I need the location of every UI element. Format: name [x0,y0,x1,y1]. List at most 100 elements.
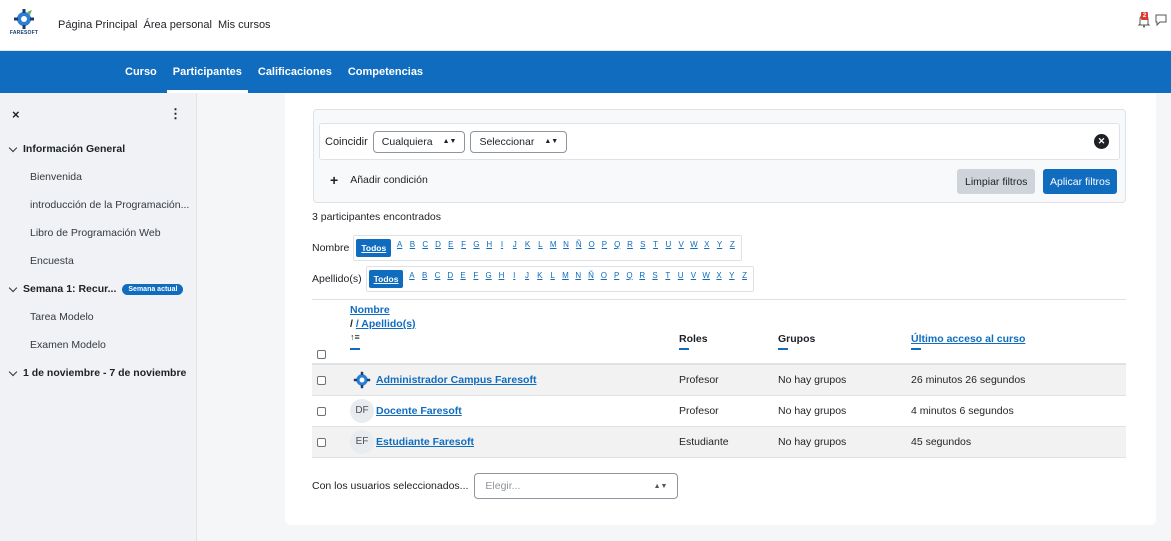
initial-letter[interactable]: D [444,270,457,288]
user-name-link[interactable]: Docente Faresoft [376,405,462,417]
initial-letter[interactable]: W [700,270,713,288]
initial-letter[interactable]: X [713,270,726,288]
initial-letter[interactable]: Z [738,270,751,288]
initial-letter[interactable]: L [534,239,547,257]
notifications-bell-icon[interactable]: 2 [1137,12,1151,28]
select-all-checkbox[interactable] [317,350,326,359]
initial-letter[interactable]: M [547,239,560,257]
initial-all-button[interactable]: Todos [368,270,404,288]
initial-letter[interactable]: V [675,239,688,257]
drawer-item-survey[interactable]: Encuesta [0,247,196,275]
nav-dashboard[interactable]: Área personal [144,19,213,31]
initial-letter[interactable]: Ñ [585,270,598,288]
initial-letter[interactable]: G [482,270,495,288]
chevron-down-icon[interactable] [8,367,18,376]
initial-letter[interactable]: C [431,270,444,288]
initial-letter[interactable]: R [636,270,649,288]
section-november-week[interactable]: 1 de noviembre - 7 de noviembre [0,359,196,387]
collapse-column-icon[interactable] [679,348,689,350]
initial-letter[interactable]: K [533,270,546,288]
filter-type-select[interactable]: Seleccionar ▲▼ [470,130,568,153]
initial-letter[interactable]: Y [725,270,738,288]
initial-letter[interactable]: I [496,239,509,257]
initial-letter[interactable]: E [444,239,457,257]
initial-letter[interactable]: M [559,270,572,288]
initial-letter[interactable]: H [483,239,496,257]
initial-letter[interactable]: A [405,270,418,288]
match-select[interactable]: Cualquiera ▲▼ [372,130,466,153]
row-checkbox[interactable] [317,375,326,385]
close-drawer-icon[interactable]: × [12,107,20,122]
initial-letter[interactable]: N [560,239,573,257]
initial-all-button[interactable]: Todos [356,239,392,257]
apply-filters-button[interactable]: Aplicar filtros [1043,169,1118,194]
initial-letter[interactable]: J [508,239,521,257]
initial-letter[interactable]: Z [726,239,739,257]
drawer-item-web-book[interactable]: Libro de Programación Web [0,219,196,247]
initial-letter[interactable]: H [495,270,508,288]
remove-condition-close-icon[interactable]: ✕ [1094,134,1109,149]
drawer-item-model-exam[interactable]: Examen Modelo [0,331,196,359]
initial-letter[interactable]: U [674,270,687,288]
initial-letter[interactable]: W [688,239,701,257]
collapse-column-icon[interactable] [911,348,921,350]
collapse-column-icon[interactable] [778,348,788,350]
initial-letter[interactable]: E [457,270,470,288]
initial-letter[interactable]: P [598,239,611,257]
initial-letter[interactable]: T [661,270,674,288]
initial-letter[interactable]: O [597,270,610,288]
initial-letter[interactable]: J [521,270,534,288]
nav-home[interactable]: Página Principal [58,19,138,31]
initial-letter[interactable]: B [418,270,431,288]
chevron-down-icon[interactable] [8,283,18,292]
initial-letter[interactable]: G [470,239,483,257]
nav-my-courses[interactable]: Mis cursos [218,19,271,31]
initial-letter[interactable]: N [572,270,585,288]
initial-letter[interactable]: V [687,270,700,288]
initial-letter[interactable]: U [662,239,675,257]
user-name-link[interactable]: Estudiante Faresoft [376,436,474,448]
drawer-menu-icon[interactable]: ⋮ [169,106,182,122]
chevron-down-icon[interactable] [8,143,18,152]
sort-by-lastname-link[interactable]: / Apellido(s) [356,318,416,330]
initial-letter[interactable]: Q [611,239,624,257]
drawer-item-intro-programming[interactable]: introducción de la Programación... [0,191,196,219]
tab-participants[interactable]: Participantes [165,51,250,93]
tab-competencies[interactable]: Competencias [340,51,431,93]
sort-ascending-icon[interactable]: ↑≡ [350,332,360,342]
initial-letter[interactable]: K [521,239,534,257]
initial-letter[interactable]: D [432,239,445,257]
add-condition-button[interactable]: + Añadir condición [330,172,428,188]
initial-letter[interactable]: F [469,270,482,288]
section-week-1[interactable]: Semana 1: Recur... Semana actual [0,275,196,303]
initial-letter[interactable]: Ñ [572,239,585,257]
initial-letter[interactable]: L [546,270,559,288]
initial-letter[interactable]: B [406,239,419,257]
initial-letter[interactable]: P [610,270,623,288]
initial-letter[interactable]: C [419,239,432,257]
initial-letter[interactable]: S [636,239,649,257]
drawer-item-welcome[interactable]: Bienvenida [0,163,196,191]
messages-chat-icon[interactable] [1155,14,1167,26]
initial-letter[interactable]: Y [713,239,726,257]
initial-letter[interactable]: A [393,239,406,257]
user-name-link[interactable]: Administrador Campus Faresoft [376,374,536,386]
initial-letter[interactable]: R [624,239,637,257]
sort-by-firstname-link[interactable]: Nombre [350,304,390,316]
sort-by-last-access-link[interactable]: Último acceso al curso [911,333,1025,345]
initial-letter[interactable]: O [585,239,598,257]
initial-letter[interactable]: F [457,239,470,257]
initial-letter[interactable]: I [508,270,521,288]
tab-grades[interactable]: Calificaciones [250,51,340,93]
drawer-item-model-task[interactable]: Tarea Modelo [0,303,196,331]
clear-filters-button[interactable]: Limpiar filtros [957,169,1036,194]
initial-letter[interactable]: Q [623,270,636,288]
initial-letter[interactable]: T [649,239,662,257]
tab-course[interactable]: Curso [117,51,165,93]
row-checkbox[interactable] [317,406,326,416]
bulk-action-select[interactable]: Elegir... ▲▼ [474,473,679,499]
row-checkbox[interactable] [317,437,326,447]
initial-letter[interactable]: S [649,270,662,288]
collapse-column-icon[interactable] [350,348,360,350]
section-general-info[interactable]: Información General [0,135,196,163]
